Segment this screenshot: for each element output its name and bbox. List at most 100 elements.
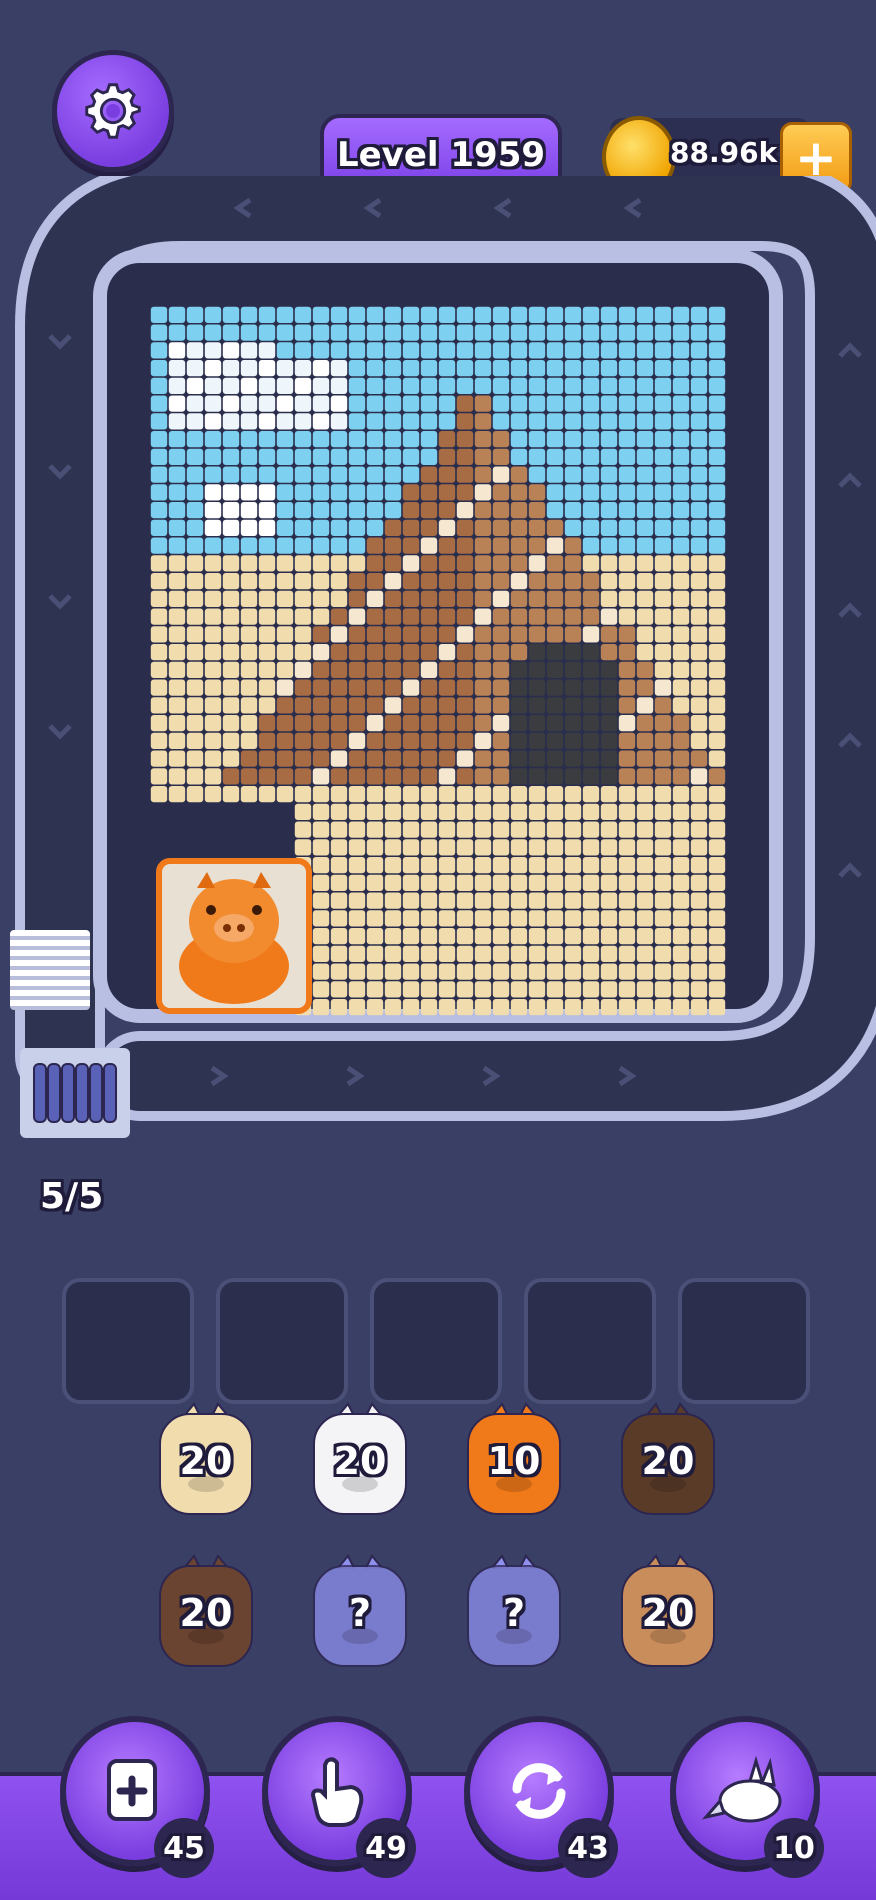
color-pot[interactable]: 20 [308,1402,412,1520]
pixel-block [492,306,510,323]
pixel-block [708,342,726,359]
pixel-block [330,377,348,394]
pixel-block [708,963,726,980]
pixel-block [690,377,708,394]
pixel-block [312,945,330,962]
pixel-block [384,431,402,448]
pixel-block [600,750,618,767]
pixel-block [438,537,456,554]
pixel-block [546,573,564,590]
pixel-block [510,750,528,767]
pixel-block [438,803,456,820]
active-pig-piece[interactable] [156,858,312,1014]
pixel-block [348,608,366,625]
empty-slot[interactable] [216,1278,348,1404]
pixel-block [384,360,402,377]
color-pot[interactable]: ? [308,1554,412,1672]
pixel-block [438,874,456,891]
color-pot[interactable]: ? [462,1554,566,1672]
powerup-tap-hand-button[interactable]: 49 [262,1716,416,1878]
pixel-block [474,644,492,661]
pixel-block [528,999,546,1016]
pixel-block [492,679,510,696]
pixel-block [402,360,420,377]
pixel-block [528,342,546,359]
pixel-block [186,431,204,448]
pixel-block [474,555,492,572]
pixel-block [492,626,510,643]
pixel-block [330,715,348,732]
pixel-block [312,768,330,785]
pixel-block [528,484,546,501]
pixel-block [510,342,528,359]
color-pot[interactable]: 20 [154,1554,258,1672]
pixel-block [618,590,636,607]
pixel-block [384,945,402,962]
pixel-block [240,324,258,341]
pixel-block [474,626,492,643]
pixel-block [618,413,636,430]
pixel-block [582,413,600,430]
pixel-block [312,857,330,874]
pixel-block [546,377,564,394]
pot-count: ? [502,1591,526,1635]
pixel-block [294,395,312,412]
pixel-block [348,519,366,536]
pixel-block [546,786,564,803]
pixel-block [600,661,618,678]
empty-slot[interactable] [370,1278,502,1404]
pixel-block [222,395,240,412]
pixel-block [546,999,564,1016]
pixel-block [312,377,330,394]
color-pot[interactable]: 20 [616,1554,720,1672]
pixel-block [366,360,384,377]
pixel-block [402,590,420,607]
pixel-block [672,857,690,874]
pixel-block [672,413,690,430]
pixel-block [384,661,402,678]
pixel-block [168,306,186,323]
pixel-block [474,679,492,696]
pixel-block [456,981,474,998]
pixel-block [564,945,582,962]
color-pot[interactable]: 20 [616,1402,720,1520]
pixel-block [510,644,528,661]
pixel-block [654,981,672,998]
powerup-add-slot-button[interactable]: 45 [60,1716,214,1878]
pixel-block [618,715,636,732]
pixel-block [654,466,672,483]
empty-slot[interactable] [678,1278,810,1404]
pixel-block [150,750,168,767]
pixel-block [294,821,312,838]
pixel-block [546,502,564,519]
pixel-block [420,502,438,519]
powerup-rabbit-vacuum-button[interactable]: 10 [670,1716,824,1878]
empty-slot[interactable] [524,1278,656,1404]
pixel-block [348,466,366,483]
pixel-block [420,999,438,1016]
color-pot[interactable]: 20 [154,1402,258,1520]
pixel-block [492,945,510,962]
pixel-block [420,661,438,678]
empty-slot[interactable] [62,1278,194,1404]
pixel-block [528,324,546,341]
pixel-block [438,448,456,465]
pixel-block [438,715,456,732]
pixel-block [438,466,456,483]
powerup-shuffle-button[interactable]: 43 [464,1716,618,1878]
pixel-block [222,555,240,572]
pixel-block [600,502,618,519]
pixel-block [564,697,582,714]
settings-button[interactable] [52,50,174,172]
color-pot[interactable]: 10 [462,1402,566,1520]
pixel-block [258,715,276,732]
pixel-block [366,342,384,359]
pixel-block [690,395,708,412]
pixel-block [186,590,204,607]
pixel-block [294,679,312,696]
pixel-block [708,928,726,945]
queue-stack [10,930,90,1010]
pixel-block [420,324,438,341]
pixel-block [258,537,276,554]
pixel-block [168,573,186,590]
